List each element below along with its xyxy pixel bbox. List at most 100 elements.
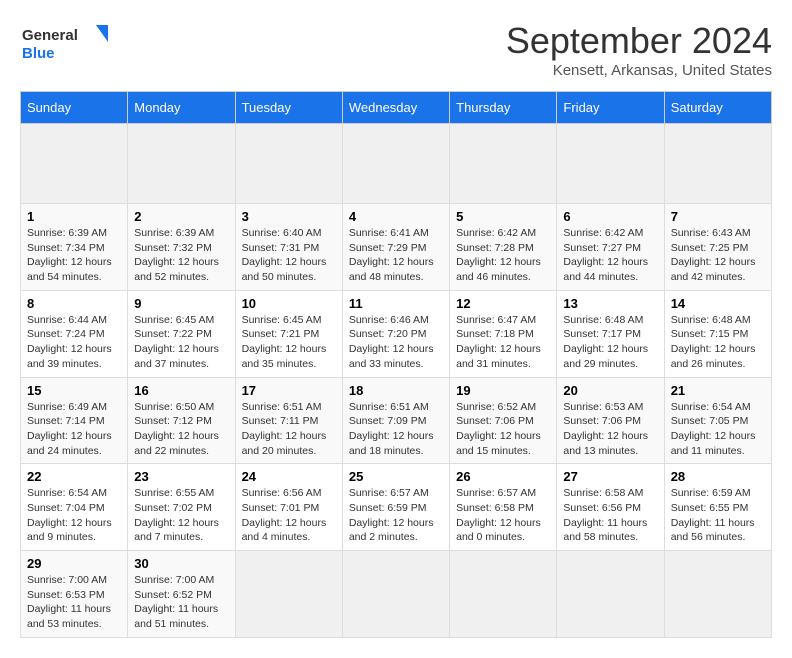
calendar-cell: 22Sunrise: 6:54 AMSunset: 7:04 PMDayligh… bbox=[21, 464, 128, 551]
calendar-cell: 21 Sunrise: 6:54 AMSunset: 7:05 PMDayligh… bbox=[664, 377, 771, 464]
calendar-cell: 14Sunrise: 6:48 AMSunset: 7:15 PMDayligh… bbox=[664, 290, 771, 377]
day-number: 3 bbox=[242, 209, 336, 224]
calendar-cell: 16Sunrise: 6:50 AMSunset: 7:12 PMDayligh… bbox=[128, 377, 235, 464]
calendar-cell: 28Sunrise: 6:59 AMSunset: 6:55 PMDayligh… bbox=[664, 464, 771, 551]
cell-info: Sunrise: 6:54 AMSunset: 7:05 PMDaylight:… bbox=[671, 400, 765, 459]
cell-info: Sunrise: 6:59 AMSunset: 6:55 PMDaylight:… bbox=[671, 486, 765, 545]
calendar-cell bbox=[235, 124, 342, 204]
cell-info: Sunrise: 6:45 AMSunset: 7:21 PMDaylight:… bbox=[242, 313, 336, 372]
cell-info: Sunrise: 6:53 AMSunset: 7:06 PMDaylight:… bbox=[563, 400, 657, 459]
calendar-cell: 1 Sunrise: 6:39 AMSunset: 7:34 PMDaylight… bbox=[21, 204, 128, 291]
logo-svg: General Blue bbox=[20, 20, 110, 65]
calendar-cell: 19Sunrise: 6:52 AMSunset: 7:06 PMDayligh… bbox=[450, 377, 557, 464]
day-header-sunday: Sunday bbox=[21, 92, 128, 124]
day-number: 6 bbox=[563, 209, 657, 224]
day-number: 29 bbox=[27, 556, 121, 571]
day-number: 26 bbox=[456, 469, 550, 484]
calendar-cell: 10 Sunrise: 6:45 AMSunset: 7:21 PMDayligh… bbox=[235, 290, 342, 377]
cell-info: Sunrise: 6:47 AMSunset: 7:18 PMDaylight:… bbox=[456, 313, 550, 372]
calendar-cell bbox=[557, 124, 664, 204]
cell-info: Sunrise: 7:00 AMSunset: 6:53 PMDaylight:… bbox=[27, 573, 121, 632]
calendar-cell bbox=[128, 124, 235, 204]
cell-info: Sunrise: 6:41 AMSunset: 7:29 PMDaylight:… bbox=[349, 226, 443, 285]
calendar-cell: 25 Sunrise: 6:57 AMSunset: 6:59 PMDayligh… bbox=[342, 464, 449, 551]
day-number: 4 bbox=[349, 209, 443, 224]
day-number: 27 bbox=[563, 469, 657, 484]
calendar-table: SundayMondayTuesdayWednesdayThursdayFrid… bbox=[20, 91, 772, 638]
calendar-cell: 24 Sunrise: 6:56 AMSunset: 7:01 PMDayligh… bbox=[235, 464, 342, 551]
calendar-week-row bbox=[21, 124, 772, 204]
cell-info: Sunrise: 6:55 AMSunset: 7:02 PMDaylight:… bbox=[134, 486, 228, 545]
day-number: 23 bbox=[134, 469, 228, 484]
day-number: 18 bbox=[349, 383, 443, 398]
day-number: 22 bbox=[27, 469, 121, 484]
calendar-cell: 4 Sunrise: 6:41 AMSunset: 7:29 PMDaylight… bbox=[342, 204, 449, 291]
calendar-header-row: SundayMondayTuesdayWednesdayThursdayFrid… bbox=[21, 92, 772, 124]
cell-info: Sunrise: 6:44 AMSunset: 7:24 PMDaylight:… bbox=[27, 313, 121, 372]
day-number: 12 bbox=[456, 296, 550, 311]
cell-info: Sunrise: 6:56 AMSunset: 7:01 PMDaylight:… bbox=[242, 486, 336, 545]
title-section: September 2024 Kensett, Arkansas, United… bbox=[506, 20, 772, 79]
page-header: General Blue September 2024 Kensett, Ark… bbox=[20, 20, 772, 79]
calendar-cell: 9 Sunrise: 6:45 AMSunset: 7:22 PMDaylight… bbox=[128, 290, 235, 377]
cell-info: Sunrise: 6:57 AMSunset: 6:58 PMDaylight:… bbox=[456, 486, 550, 545]
cell-info: Sunrise: 6:40 AMSunset: 7:31 PMDaylight:… bbox=[242, 226, 336, 285]
calendar-cell bbox=[664, 551, 771, 638]
cell-info: Sunrise: 6:42 AMSunset: 7:27 PMDaylight:… bbox=[563, 226, 657, 285]
cell-info: Sunrise: 6:58 AMSunset: 6:56 PMDaylight:… bbox=[563, 486, 657, 545]
logo: General Blue bbox=[20, 20, 110, 65]
calendar-cell: 17Sunrise: 6:51 AMSunset: 7:11 PMDayligh… bbox=[235, 377, 342, 464]
day-number: 7 bbox=[671, 209, 765, 224]
day-header-saturday: Saturday bbox=[664, 92, 771, 124]
cell-info: Sunrise: 6:46 AMSunset: 7:20 PMDaylight:… bbox=[349, 313, 443, 372]
calendar-cell bbox=[21, 124, 128, 204]
cell-info: Sunrise: 6:49 AMSunset: 7:14 PMDaylight:… bbox=[27, 400, 121, 459]
day-number: 24 bbox=[242, 469, 336, 484]
calendar-cell: 3 Sunrise: 6:40 AMSunset: 7:31 PMDaylight… bbox=[235, 204, 342, 291]
day-number: 19 bbox=[456, 383, 550, 398]
calendar-cell: 2Sunrise: 6:39 AMSunset: 7:32 PMDaylight… bbox=[128, 204, 235, 291]
cell-info: Sunrise: 6:51 AMSunset: 7:09 PMDaylight:… bbox=[349, 400, 443, 459]
calendar-cell: 8Sunrise: 6:44 AMSunset: 7:24 PMDaylight… bbox=[21, 290, 128, 377]
day-number: 10 bbox=[242, 296, 336, 311]
day-header-wednesday: Wednesday bbox=[342, 92, 449, 124]
day-header-tuesday: Tuesday bbox=[235, 92, 342, 124]
day-number: 5 bbox=[456, 209, 550, 224]
day-number: 1 bbox=[27, 209, 121, 224]
day-header-friday: Friday bbox=[557, 92, 664, 124]
calendar-cell bbox=[342, 124, 449, 204]
day-number: 2 bbox=[134, 209, 228, 224]
day-number: 13 bbox=[563, 296, 657, 311]
calendar-week-row: 15 Sunrise: 6:49 AMSunset: 7:14 PMDayligh… bbox=[21, 377, 772, 464]
day-number: 21 bbox=[671, 383, 765, 398]
day-number: 9 bbox=[134, 296, 228, 311]
calendar-cell: 11 Sunrise: 6:46 AMSunset: 7:20 PMDayligh… bbox=[342, 290, 449, 377]
calendar-cell: 23 Sunrise: 6:55 AMSunset: 7:02 PMDayligh… bbox=[128, 464, 235, 551]
day-number: 20 bbox=[563, 383, 657, 398]
cell-info: Sunrise: 7:00 AMSunset: 6:52 PMDaylight:… bbox=[134, 573, 228, 632]
cell-info: Sunrise: 6:42 AMSunset: 7:28 PMDaylight:… bbox=[456, 226, 550, 285]
calendar-week-row: 29 Sunrise: 7:00 AMSunset: 6:53 PMDayligh… bbox=[21, 551, 772, 638]
cell-info: Sunrise: 6:50 AMSunset: 7:12 PMDaylight:… bbox=[134, 400, 228, 459]
calendar-cell: 6 Sunrise: 6:42 AMSunset: 7:27 PMDaylight… bbox=[557, 204, 664, 291]
svg-text:General: General bbox=[22, 27, 78, 44]
month-title: September 2024 bbox=[506, 20, 772, 62]
svg-text:Blue: Blue bbox=[22, 45, 55, 62]
day-number: 25 bbox=[349, 469, 443, 484]
calendar-cell bbox=[450, 124, 557, 204]
calendar-cell bbox=[342, 551, 449, 638]
calendar-cell: 5 Sunrise: 6:42 AMSunset: 7:28 PMDaylight… bbox=[450, 204, 557, 291]
cell-info: Sunrise: 6:39 AMSunset: 7:34 PMDaylight:… bbox=[27, 226, 121, 285]
calendar-cell: 26 Sunrise: 6:57 AMSunset: 6:58 PMDayligh… bbox=[450, 464, 557, 551]
cell-info: Sunrise: 6:45 AMSunset: 7:22 PMDaylight:… bbox=[134, 313, 228, 372]
cell-info: Sunrise: 6:57 AMSunset: 6:59 PMDaylight:… bbox=[349, 486, 443, 545]
day-number: 15 bbox=[27, 383, 121, 398]
calendar-cell bbox=[557, 551, 664, 638]
calendar-week-row: 1 Sunrise: 6:39 AMSunset: 7:34 PMDaylight… bbox=[21, 204, 772, 291]
day-number: 17 bbox=[242, 383, 336, 398]
calendar-cell: 7Sunrise: 6:43 AMSunset: 7:25 PMDaylight… bbox=[664, 204, 771, 291]
day-number: 11 bbox=[349, 296, 443, 311]
calendar-cell: 15 Sunrise: 6:49 AMSunset: 7:14 PMDayligh… bbox=[21, 377, 128, 464]
day-number: 30 bbox=[134, 556, 228, 571]
calendar-cell bbox=[664, 124, 771, 204]
